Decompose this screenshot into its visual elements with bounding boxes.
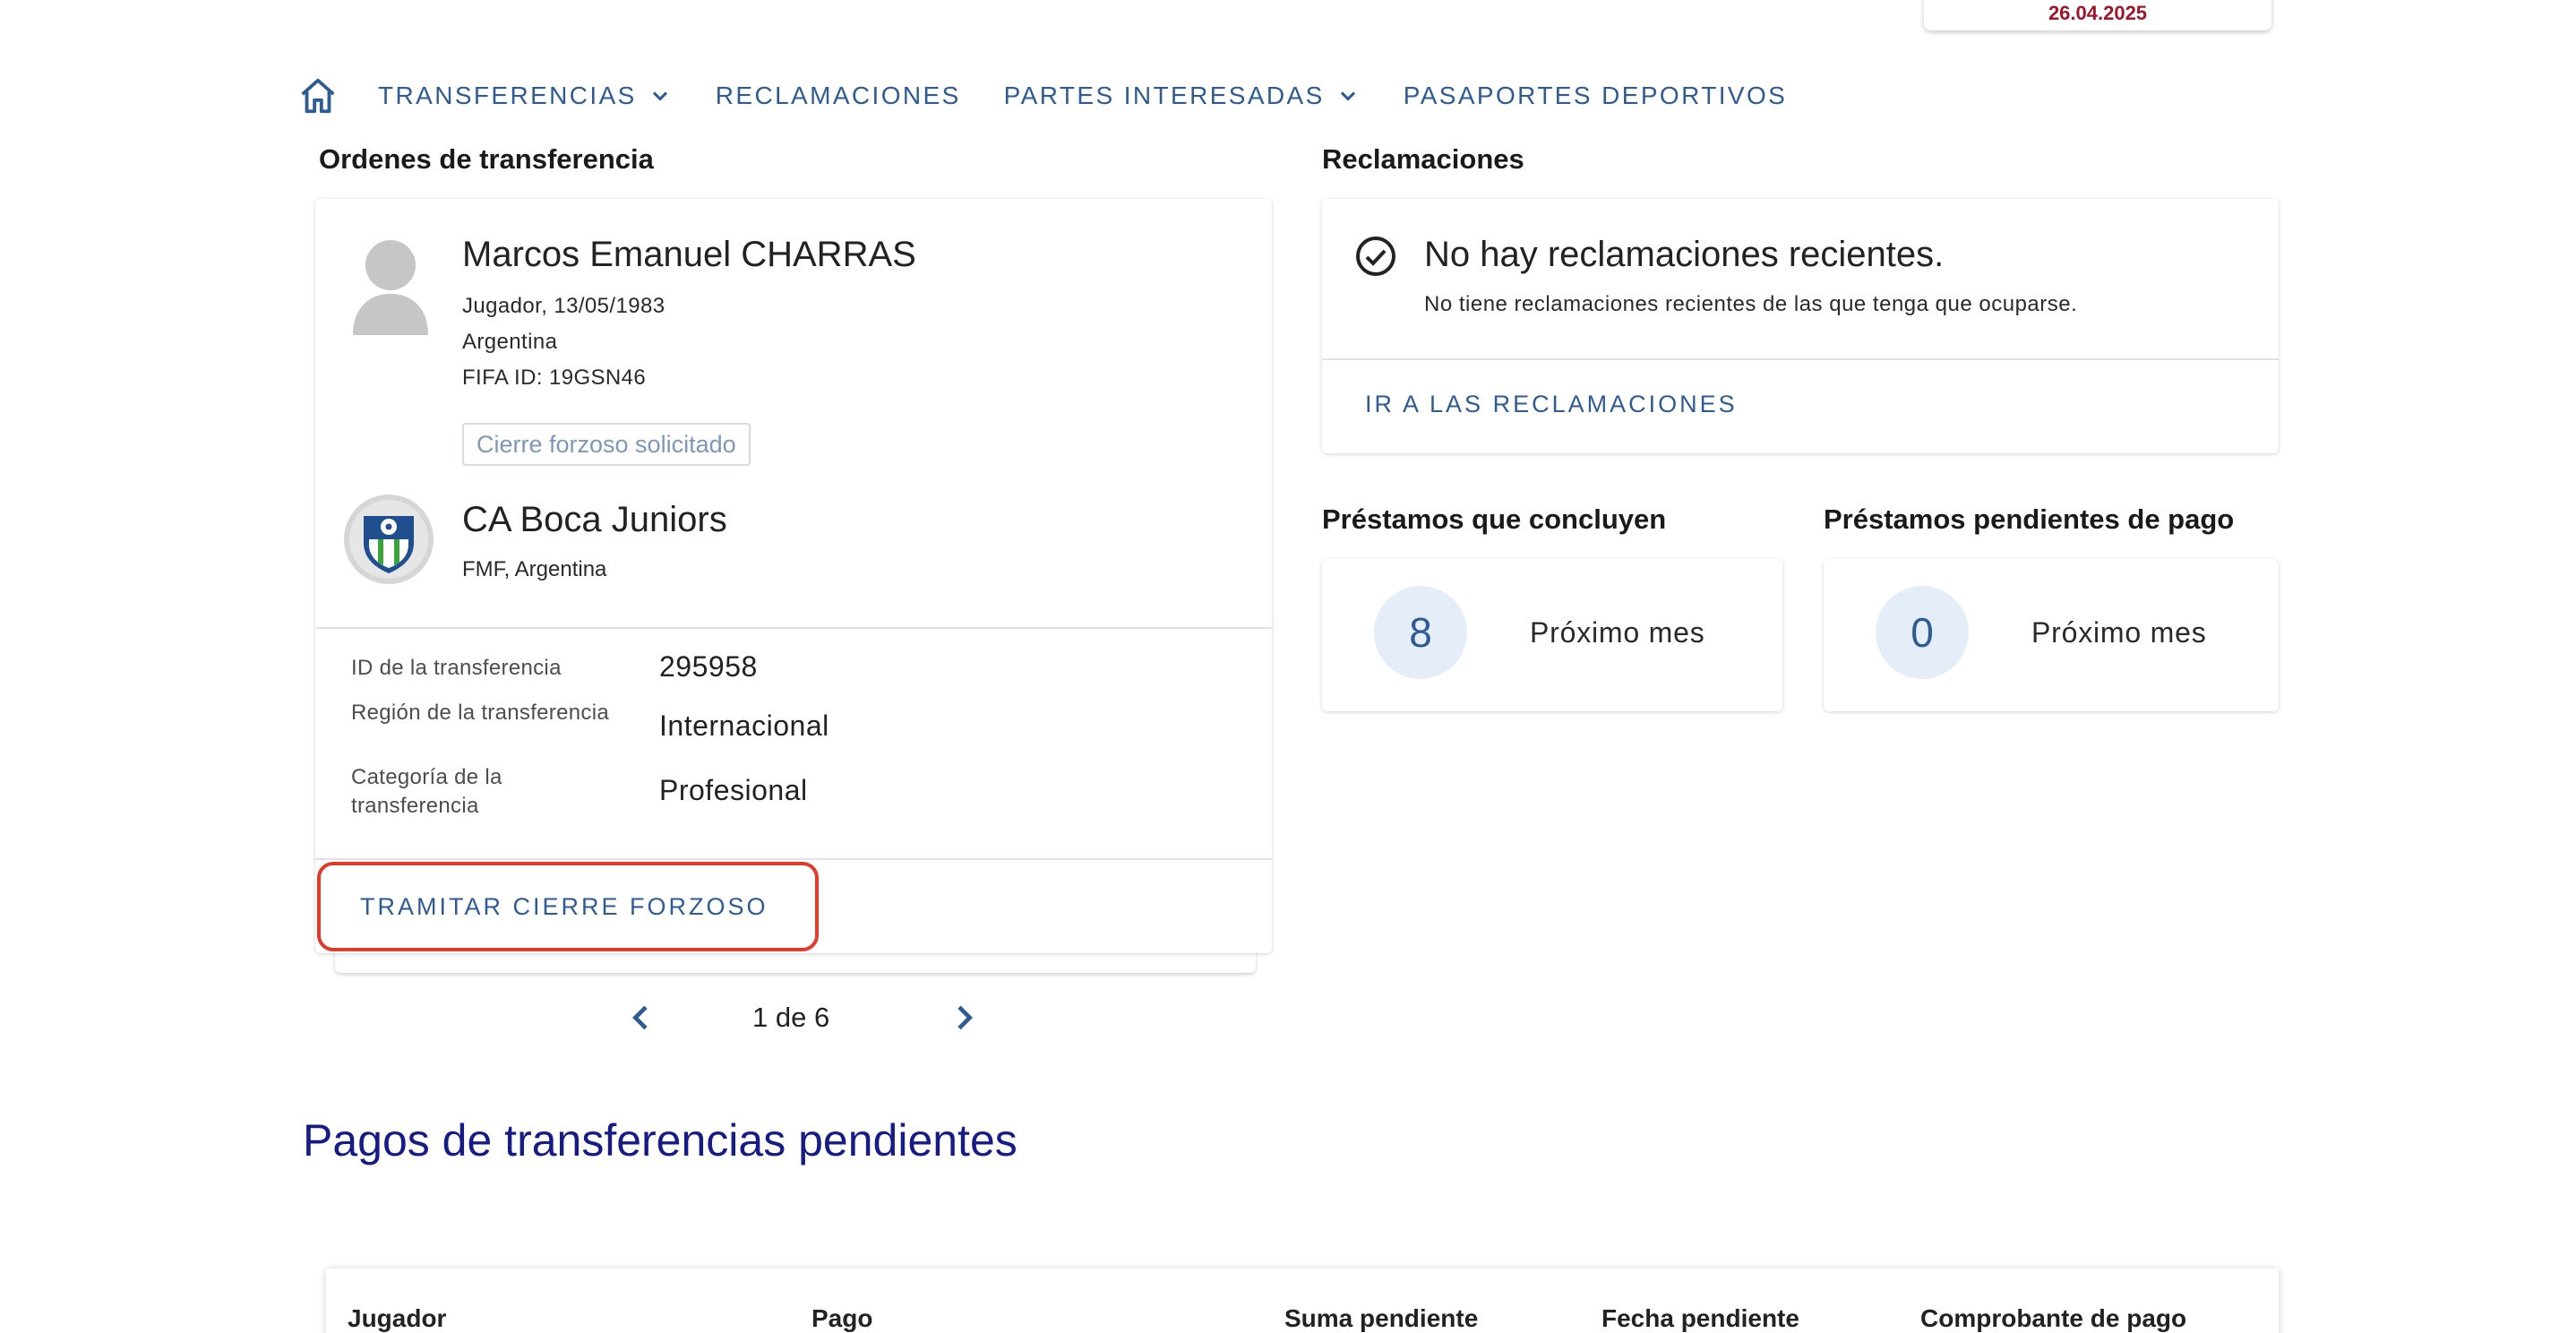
loans-pending-payment-count: 0 bbox=[1876, 586, 1969, 679]
claims-empty-title: No hay reclamaciones recientes. bbox=[1424, 235, 1945, 274]
transfer-id-label: ID de la transferencia bbox=[351, 656, 562, 680]
nav-transferencias[interactable]: TRANSFERENCIAS bbox=[378, 82, 673, 110]
chevron-down-icon bbox=[652, 91, 667, 101]
nav-item-label: TRANSFERENCIAS bbox=[378, 82, 637, 109]
loans-ending-count: 8 bbox=[1374, 586, 1467, 679]
club-name: CA Boca Juniors bbox=[462, 500, 727, 539]
home-icon[interactable] bbox=[297, 75, 339, 116]
player-fifa-id: FIFA ID: 19GSN46 bbox=[462, 366, 647, 390]
transfer-region-value: Internacional bbox=[659, 710, 829, 742]
club-crest-icon bbox=[344, 494, 434, 584]
column-header-comprobante[interactable]: Comprobante de pago bbox=[1920, 1304, 2186, 1333]
loans-pending-payment-period: Próximo mes bbox=[2031, 616, 2207, 649]
divider bbox=[315, 858, 1272, 860]
nav-partes-interesadas[interactable]: PARTES INTERESADAS bbox=[1004, 82, 1361, 110]
current-date: 26.04.2025 bbox=[2048, 2, 2148, 24]
column-header-suma-pendiente[interactable]: Suma pendiente bbox=[1284, 1304, 1478, 1333]
claims-empty-subtitle: No tiene reclamaciones recientes de las … bbox=[1424, 292, 2078, 316]
transfer-pagination: 1 de 6 bbox=[609, 996, 1003, 1041]
divider bbox=[315, 627, 1272, 629]
player-nationality: Argentina bbox=[462, 330, 558, 354]
club-association: FMF, Argentina bbox=[462, 557, 607, 581]
nav-pasaportes-deportivos[interactable]: PASAPORTES DEPORTIVOS bbox=[1404, 82, 1788, 110]
loans-pending-payment-title: Préstamos pendientes de pago bbox=[1824, 503, 2235, 535]
nav-item-label: PARTES INTERESADAS bbox=[1003, 82, 1325, 109]
transfer-region-label: Región de la transferencia bbox=[351, 701, 609, 725]
nav-reclamaciones[interactable]: RECLAMACIONES bbox=[716, 82, 961, 110]
transfers-section-title: Ordenes de transferencia bbox=[319, 143, 654, 175]
chevron-right-icon[interactable] bbox=[946, 1000, 982, 1036]
process-forced-closure-button[interactable]: TRAMITAR CIERRE FORZOSO bbox=[317, 862, 819, 951]
column-header-pago[interactable]: Pago bbox=[811, 1304, 872, 1333]
player-role-dob: Jugador, 13/05/1983 bbox=[462, 294, 665, 318]
date-card: 26.04.2025 bbox=[1924, 0, 2271, 30]
nav-item-label: RECLAMACIONES bbox=[715, 82, 961, 109]
chevron-left-icon[interactable] bbox=[623, 1000, 659, 1036]
check-circle-icon bbox=[1356, 236, 1395, 276]
chevron-down-icon bbox=[1340, 91, 1355, 101]
transfer-category-label: Categoría de la transferencia bbox=[351, 765, 502, 818]
player-name: Marcos Emanuel CHARRAS bbox=[462, 235, 916, 274]
loans-ending-period: Próximo mes bbox=[1530, 616, 1705, 649]
pending-payments-title: Pagos de transferencias pendientes bbox=[303, 1115, 1018, 1165]
claims-section-title: Reclamaciones bbox=[1322, 143, 1524, 175]
main-nav: TRANSFERENCIAS RECLAMACIONES PARTES INTE… bbox=[297, 73, 1830, 118]
nav-item-label: PASAPORTES DEPORTIVOS bbox=[1403, 82, 1788, 109]
transfer-id-value: 295958 bbox=[659, 650, 758, 683]
status-badge: Cierre forzoso solicitado bbox=[462, 423, 751, 466]
transfer-order-card: Marcos Emanuel CHARRAS Jugador, 13/05/19… bbox=[315, 199, 1272, 953]
column-header-jugador[interactable]: Jugador bbox=[348, 1304, 446, 1333]
loans-pending-payment-card[interactable]: 0 Próximo mes bbox=[1824, 559, 2279, 711]
loans-ending-title: Préstamos que concluyen bbox=[1322, 503, 1667, 535]
column-header-fecha-pendiente[interactable]: Fecha pendiente bbox=[1601, 1304, 1799, 1333]
go-to-claims-link[interactable]: IR A LAS RECLAMACIONES bbox=[1365, 391, 1738, 418]
claims-card: No hay reclamaciones recientes. No tiene… bbox=[1322, 199, 2279, 453]
pagination-count: 1 de 6 bbox=[752, 1002, 830, 1033]
pending-payments-table: Jugador Pago Suma pendiente Fecha pendie… bbox=[326, 1268, 2279, 1333]
player-avatar-icon bbox=[353, 240, 428, 335]
transfer-category-value: Profesional bbox=[659, 774, 808, 806]
loans-ending-card[interactable]: 8 Próximo mes bbox=[1322, 559, 1782, 711]
divider bbox=[1322, 358, 2279, 360]
